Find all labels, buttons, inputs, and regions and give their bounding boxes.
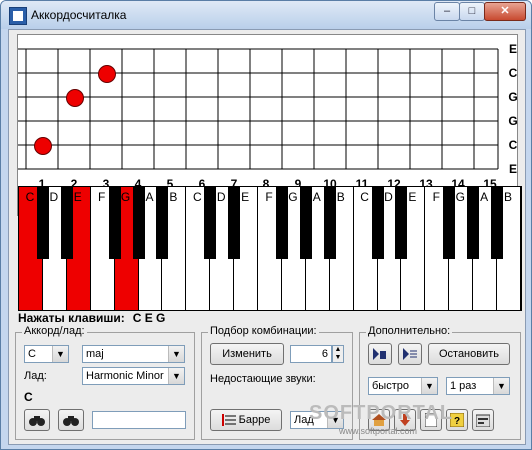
app-window: Аккордосчиталка – □ ✕ E C G G C E 1 2 3 … (0, 0, 532, 450)
piano-key-label: B (504, 190, 513, 204)
chevron-down-icon: ▼ (168, 368, 184, 384)
minimize-button[interactable]: – (434, 2, 460, 21)
binoculars-icon (63, 416, 79, 427)
pressed-keys-line: Нажаты клавиши: C E G (18, 311, 165, 325)
play-arpeggio-icon (403, 348, 417, 361)
piano-key-label: F (97, 190, 106, 204)
pressed-keys-value: C E G (132, 311, 166, 325)
piano-key-label: E (73, 190, 82, 204)
fret-note-marker[interactable] (34, 137, 52, 155)
piano-key-label: G (120, 190, 131, 204)
change-button[interactable]: Изменить (210, 343, 284, 365)
piano-key-label: F (265, 190, 273, 204)
barre-label: Барре (238, 414, 271, 426)
fret-note-marker[interactable] (66, 89, 84, 107)
string-label: C (508, 138, 518, 152)
piano-key-label: D (216, 190, 226, 204)
combination-group-title: Подбор комбинации: (208, 325, 319, 337)
repeat-value: 1 раз (450, 380, 477, 392)
missing-sounds-label: Недостающие звуки: (210, 373, 316, 385)
chord-name: C (24, 390, 33, 404)
pressed-keys-label: Нажаты клавиши: (18, 311, 125, 325)
piano-key-label: C (360, 190, 369, 204)
play-chord-icon (373, 348, 386, 361)
window-title: Аккордосчиталка (31, 8, 127, 22)
barre-icon (221, 414, 236, 427)
search-button[interactable] (24, 409, 50, 431)
chevron-down-icon: ▼ (421, 378, 437, 394)
settings-icon (476, 414, 490, 428)
piano-key-label: B (336, 190, 345, 204)
piano-key-label: A (480, 190, 489, 204)
piano-key-label: A (312, 190, 321, 204)
string-label: E (508, 162, 517, 176)
piano-key-label: C (25, 190, 35, 204)
search-next-button[interactable] (58, 409, 84, 431)
settings-button[interactable] (472, 409, 494, 431)
close-button[interactable]: ✕ (484, 2, 526, 21)
stop-button[interactable]: Остановить (428, 343, 510, 365)
piano-key-label: B (169, 190, 178, 204)
piano-key-label: C (192, 190, 202, 204)
string-label: E (508, 42, 517, 56)
piano-key-label: E (241, 190, 250, 204)
barre-button[interactable]: Барре (210, 409, 282, 431)
play-arpeggio-button[interactable] (398, 343, 422, 365)
repeat-select[interactable]: 1 раз ▼ (446, 377, 510, 395)
chevron-down-icon: ▼ (168, 346, 184, 362)
speed-value: быстро (372, 380, 409, 392)
piano-key-label: D (384, 190, 393, 204)
chord-type-value: maj (86, 348, 104, 360)
speed-select[interactable]: быстро ▼ (368, 377, 438, 395)
scale-label: Лад: (24, 370, 47, 382)
watermark-url: www.softportal.com (339, 426, 418, 436)
title-bar: Аккордосчиталка – □ ✕ (1, 1, 531, 29)
piano-key-label: D (49, 190, 59, 204)
piano-key-label: A (145, 190, 154, 204)
string-label: G (508, 90, 518, 104)
piano-key-label: G (455, 190, 465, 204)
piano-key-label: F (432, 190, 440, 204)
chord-group: Аккорд/лад: C ▼ maj ▼ Лад: Harmonic Minor ▼… (15, 325, 195, 440)
maximize-button[interactable]: □ (459, 2, 485, 21)
fret-note-marker[interactable] (98, 65, 116, 83)
extra-group-title: Дополнительно: (366, 325, 453, 337)
piano-keyboard[interactable] (18, 186, 522, 311)
string-label: C (508, 66, 518, 80)
scale-value: Harmonic Minor (86, 370, 164, 382)
play-chord-button[interactable] (368, 343, 392, 365)
root-note-select[interactable]: C ▼ (24, 345, 69, 363)
root-note-value: C (28, 348, 36, 360)
search-input[interactable] (92, 411, 186, 429)
binoculars-icon (29, 416, 45, 427)
main-client-area: E C G G C E 1 2 3 4 5 6 7 8 9 10 11 12 1… (8, 29, 526, 445)
chord-type-select[interactable]: maj ▼ (82, 345, 185, 363)
string-label: G (508, 114, 518, 128)
app-icon (9, 7, 27, 25)
chord-group-title: Аккорд/лад: (22, 325, 87, 337)
combination-count-input[interactable]: 6 (290, 345, 332, 363)
piano-key-label: E (408, 190, 417, 204)
chevron-down-icon: ▼ (493, 378, 509, 394)
key-label-row: CDEFGABCDEFGABCDEFGAB (18, 190, 520, 204)
scale-select[interactable]: Harmonic Minor ▼ (82, 367, 185, 385)
watermark-logo: SOFTPORTAL (309, 402, 454, 424)
count-spinner[interactable]: ▲ ▼ (332, 345, 344, 363)
piano-key-label: G (288, 190, 298, 204)
chevron-down-icon: ▼ (52, 346, 68, 362)
